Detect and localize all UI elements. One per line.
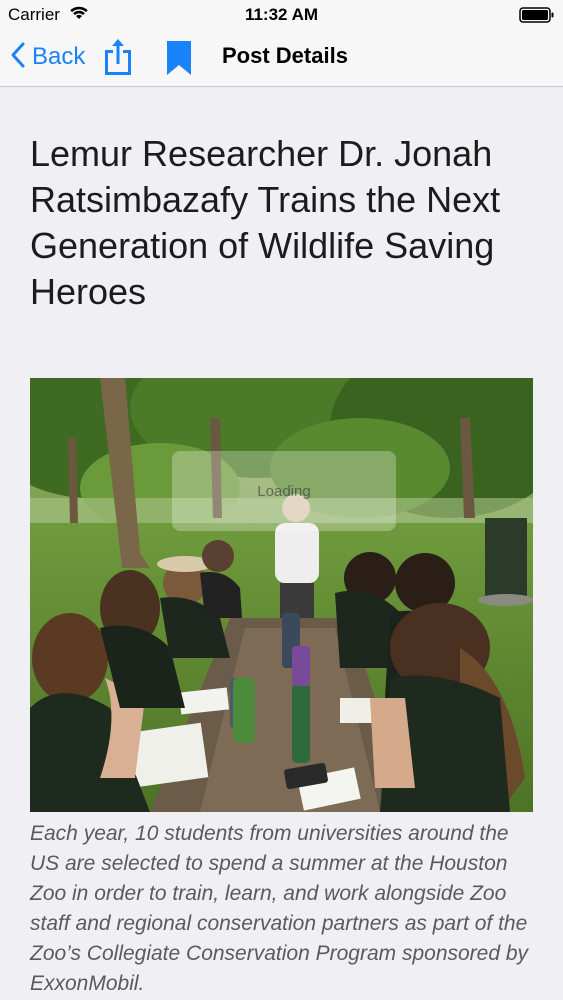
- bookmark-button[interactable]: [166, 40, 192, 81]
- status-bar: Carrier 11:32 AM: [0, 0, 563, 30]
- share-icon: [102, 39, 134, 80]
- navigation-bar: Back Post Details: [0, 30, 563, 87]
- post-content[interactable]: Lemur Researcher Dr. Jonah Ratsimbazafy …: [0, 87, 563, 1000]
- status-time: 11:32 AM: [244, 5, 319, 24]
- back-button-label: Back: [32, 43, 86, 70]
- share-button[interactable]: [102, 38, 134, 81]
- image-caption: Each year, 10 students from universities…: [30, 822, 529, 995]
- post-image: Loading: [30, 378, 533, 812]
- page-title: Post Details: [222, 43, 348, 68]
- chevron-left-icon: [10, 41, 26, 74]
- battery-icon: [519, 6, 555, 29]
- back-button[interactable]: Back: [10, 39, 85, 75]
- loading-indicator: Loading: [172, 451, 396, 531]
- post-title: Lemur Researcher Dr. Jonah Ratsimbazafy …: [30, 133, 501, 312]
- bookmark-icon: [166, 41, 192, 80]
- loading-label: Loading: [257, 482, 311, 500]
